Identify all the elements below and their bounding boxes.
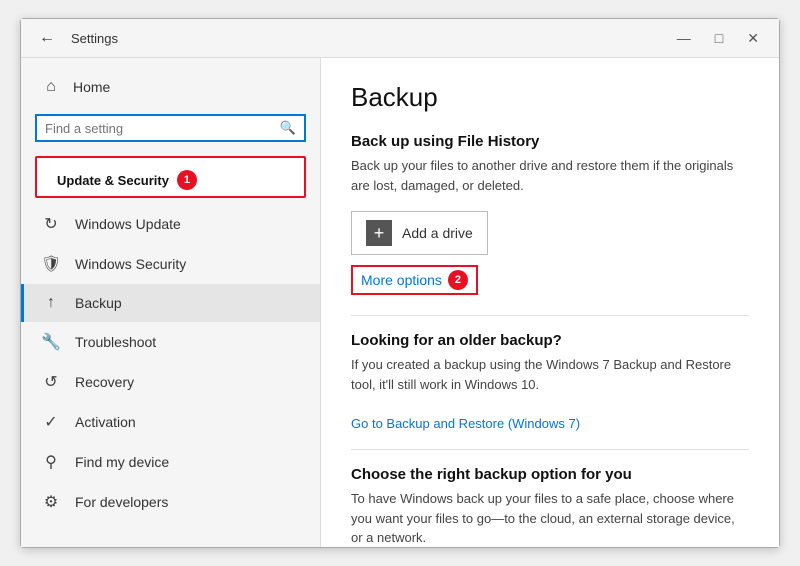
choose-section-desc: To have Windows back up your files to a … bbox=[351, 489, 749, 547]
shield-icon: 🛡 bbox=[41, 254, 61, 274]
older-backup-link[interactable]: Go to Backup and Restore (Windows 7) bbox=[351, 416, 580, 431]
older-backup-title: Looking for an older backup? bbox=[351, 332, 749, 349]
sidebar-item-label: Recovery bbox=[75, 374, 134, 390]
windows-update-icon: ↻ bbox=[41, 214, 61, 234]
section-label-text: Update & Security bbox=[57, 173, 169, 188]
sidebar-item-label: Troubleshoot bbox=[75, 334, 156, 350]
more-options-label: More options bbox=[361, 272, 442, 288]
search-icon: 🔍 bbox=[280, 120, 296, 136]
back-button[interactable]: ← bbox=[33, 27, 61, 49]
add-drive-button[interactable]: + Add a drive bbox=[351, 211, 488, 255]
more-options-badge: 2 bbox=[448, 270, 468, 290]
sidebar-section-label[interactable]: Update & Security 1 bbox=[35, 156, 306, 198]
window-title: Settings bbox=[71, 31, 669, 46]
minimize-button[interactable]: — bbox=[669, 28, 699, 49]
developer-icon: ⚙ bbox=[41, 492, 61, 512]
divider-2 bbox=[351, 449, 749, 450]
settings-window: ← Settings — □ ✕ ⌂ Home 🔍 Update & Secur… bbox=[20, 18, 780, 548]
sidebar-item-home[interactable]: ⌂ Home bbox=[21, 68, 320, 106]
search-input[interactable] bbox=[45, 121, 280, 136]
more-options-button[interactable]: More options 2 bbox=[351, 265, 478, 295]
add-drive-label: Add a drive bbox=[402, 225, 473, 241]
title-bar: ← Settings — □ ✕ bbox=[21, 19, 779, 58]
sidebar-home-label: Home bbox=[73, 79, 110, 95]
sidebar-item-windows-security[interactable]: 🛡 Windows Security bbox=[21, 244, 320, 284]
content-area: ⌂ Home 🔍 Update & Security 1 ↻ Windows U… bbox=[21, 58, 779, 547]
sidebar-item-recovery[interactable]: ↺ Recovery bbox=[21, 362, 320, 402]
wrench-icon: 🔧 bbox=[41, 332, 61, 352]
choose-section-title: Choose the right backup option for you bbox=[351, 466, 749, 483]
page-title: Backup bbox=[351, 82, 749, 113]
sidebar-item-backup[interactable]: ↑ Backup bbox=[21, 284, 320, 322]
backup-section-desc: Back up your files to another drive and … bbox=[351, 156, 749, 195]
sidebar-item-activation[interactable]: ✓ Activation bbox=[21, 402, 320, 442]
backup-section-title: Back up using File History bbox=[351, 133, 749, 150]
sidebar-item-windows-update[interactable]: ↻ Windows Update bbox=[21, 204, 320, 244]
sidebar-item-label: Find my device bbox=[75, 454, 169, 470]
plus-icon: + bbox=[366, 220, 392, 246]
activation-icon: ✓ bbox=[41, 412, 61, 432]
search-box: 🔍 bbox=[35, 114, 306, 142]
sidebar-item-label: Backup bbox=[75, 295, 122, 311]
sidebar-item-label: Windows Security bbox=[75, 256, 186, 272]
sidebar-item-label: For developers bbox=[75, 494, 168, 510]
older-backup-desc: If you created a backup using the Window… bbox=[351, 355, 749, 394]
sidebar: ⌂ Home 🔍 Update & Security 1 ↻ Windows U… bbox=[21, 58, 321, 547]
close-button[interactable]: ✕ bbox=[739, 28, 767, 49]
home-icon: ⌂ bbox=[41, 78, 61, 96]
sidebar-item-find-my-device[interactable]: ⚲ Find my device bbox=[21, 442, 320, 482]
sidebar-item-label: Windows Update bbox=[75, 216, 181, 232]
sidebar-item-for-developers[interactable]: ⚙ For developers bbox=[21, 482, 320, 522]
sidebar-item-troubleshoot[interactable]: 🔧 Troubleshoot bbox=[21, 322, 320, 362]
location-icon: ⚲ bbox=[41, 452, 61, 472]
section-badge: 1 bbox=[177, 170, 197, 190]
recovery-icon: ↺ bbox=[41, 372, 61, 392]
sidebar-item-label: Activation bbox=[75, 414, 136, 430]
main-content: Backup Back up using File History Back u… bbox=[321, 58, 779, 547]
backup-icon: ↑ bbox=[41, 294, 61, 312]
divider-1 bbox=[351, 315, 749, 316]
maximize-button[interactable]: □ bbox=[707, 28, 731, 49]
window-controls: — □ ✕ bbox=[669, 28, 767, 49]
